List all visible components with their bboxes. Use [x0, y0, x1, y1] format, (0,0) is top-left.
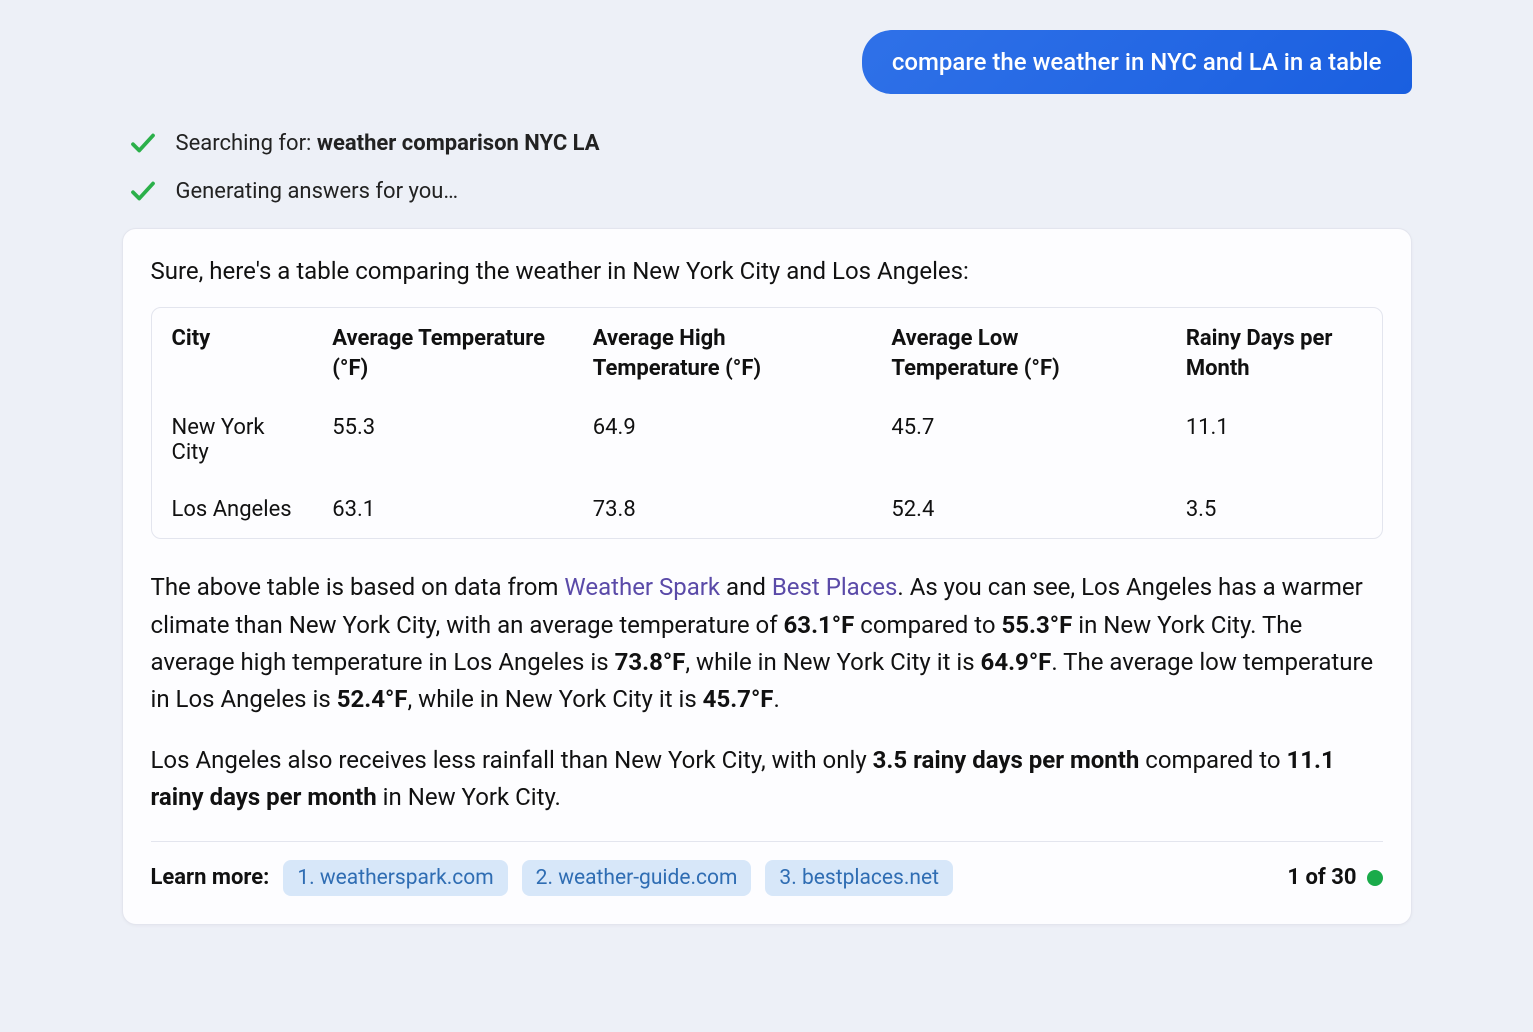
link-weather-spark[interactable]: Weather Spark: [564, 573, 720, 601]
cell-city: New York City: [152, 399, 313, 481]
text: , while in New York City it is: [685, 648, 980, 676]
status-generating-text: Generating answers for you…: [176, 179, 459, 204]
learn-more-label: Learn more:: [151, 865, 270, 890]
cell-city: Los Angeles: [152, 481, 313, 538]
cell-avg-temp: 55.3: [312, 399, 573, 481]
table-header-row: City Average Temperature (°F) Average Hi…: [152, 308, 1382, 399]
text: Los Angeles also receives less rainfall …: [151, 746, 873, 774]
answer-paragraph-2: Los Angeles also receives less rainfall …: [151, 742, 1383, 816]
text: and: [720, 573, 772, 601]
th-rainy-days: Rainy Days per Month: [1166, 308, 1382, 399]
answer-card: Sure, here's a table comparing the weath…: [122, 228, 1412, 925]
text: .: [773, 685, 779, 713]
source-chip[interactable]: 1. weatherspark.com: [283, 860, 507, 896]
check-icon: [128, 176, 158, 206]
cell-avg-low: 45.7: [871, 399, 1165, 481]
source-chip[interactable]: 2. weather-guide.com: [522, 860, 752, 896]
bold-value: 63.1°F: [784, 611, 855, 639]
th-city: City: [152, 308, 313, 399]
text: The above table is based on data from: [151, 573, 565, 601]
counter-text: 1 of 30: [1287, 865, 1356, 890]
text: in New York City.: [377, 783, 561, 811]
th-avg-high: Average High Temperature (°F): [573, 308, 872, 399]
status-searching-query: weather comparison NYC LA: [317, 131, 600, 156]
user-message-row: compare the weather in NYC and LA in a t…: [122, 30, 1412, 94]
learn-more-section: Learn more: 1. weatherspark.com 2. weath…: [151, 860, 954, 896]
status-searching-text: Searching for: weather comparison NYC LA: [176, 131, 600, 156]
status-generating: Generating answers for you…: [128, 176, 1412, 206]
link-best-places[interactable]: Best Places: [772, 573, 898, 601]
weather-table: City Average Temperature (°F) Average Hi…: [151, 307, 1383, 539]
status-searching: Searching for: weather comparison NYC LA: [128, 128, 1412, 158]
text: , while in New York City it is: [407, 685, 702, 713]
cell-rainy: 11.1: [1166, 399, 1382, 481]
bold-value: 52.4°F: [337, 685, 408, 713]
answer-paragraph-1: The above table is based on data from We…: [151, 569, 1383, 718]
cell-avg-low: 52.4: [871, 481, 1165, 538]
table-row: New York City 55.3 64.9 45.7 11.1: [152, 399, 1382, 481]
text: compared to: [1139, 746, 1286, 774]
cell-rainy: 3.5: [1166, 481, 1382, 538]
bold-value: 64.9°F: [981, 648, 1052, 676]
th-avg-low: Average Low Temperature (°F): [871, 308, 1165, 399]
th-avg-temp: Average Temperature (°F): [312, 308, 573, 399]
bold-value: 45.7°F: [703, 685, 774, 713]
cell-avg-temp: 63.1: [312, 481, 573, 538]
bold-value: 73.8°F: [615, 648, 686, 676]
bold-value: 3.5 rainy days per month: [873, 746, 1140, 774]
table-header: City Average Temperature (°F) Average Hi…: [152, 308, 1382, 399]
bold-value: 55.3°F: [1002, 611, 1073, 639]
answer-footer: Learn more: 1. weatherspark.com 2. weath…: [151, 841, 1383, 896]
status-searching-prefix: Searching for:: [176, 131, 317, 156]
conversation: compare the weather in NYC and LA in a t…: [122, 30, 1412, 925]
answer-intro: Sure, here's a table comparing the weath…: [151, 257, 1383, 285]
table-body: New York City 55.3 64.9 45.7 11.1 Los An…: [152, 399, 1382, 538]
cell-avg-high: 64.9: [573, 399, 872, 481]
table-row: Los Angeles 63.1 73.8 52.4 3.5: [152, 481, 1382, 538]
response-counter: 1 of 30: [1287, 865, 1382, 890]
text: compared to: [854, 611, 1001, 639]
user-message-text: compare the weather in NYC and LA in a t…: [892, 48, 1382, 76]
check-icon: [128, 128, 158, 158]
cell-avg-high: 73.8: [573, 481, 872, 538]
source-chip[interactable]: 3. bestplaces.net: [765, 860, 953, 896]
status-dot-icon: [1367, 870, 1383, 886]
user-message-bubble: compare the weather in NYC and LA in a t…: [862, 30, 1412, 94]
